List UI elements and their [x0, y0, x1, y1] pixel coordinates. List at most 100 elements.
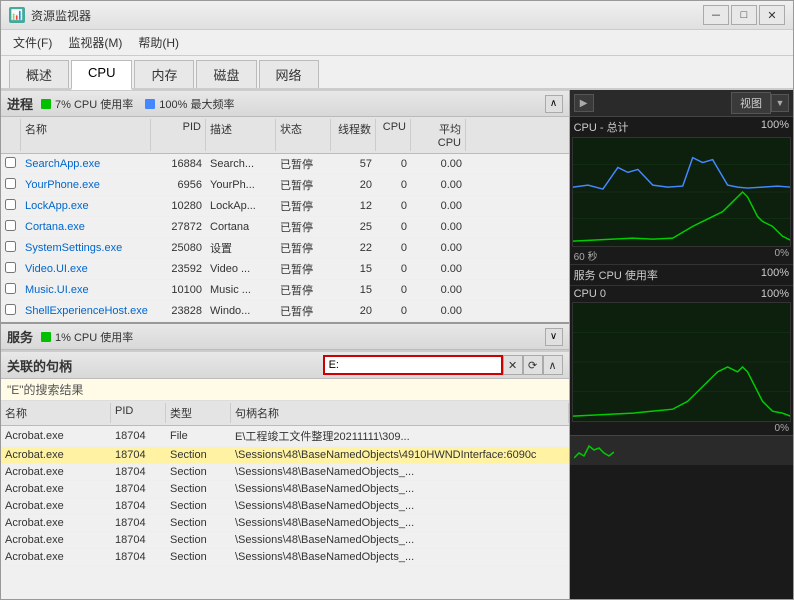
col-name[interactable]: 名称 — [21, 119, 151, 151]
maximize-button[interactable]: □ — [731, 5, 757, 25]
row-cpu: 0 — [376, 157, 411, 171]
tab-network[interactable]: 网络 — [259, 60, 319, 88]
cpu0-chart — [572, 302, 791, 422]
handle-row-type: Section — [166, 550, 231, 564]
row-name[interactable]: YourPhone.exe — [21, 178, 151, 192]
tab-disk[interactable]: 磁盘 — [196, 60, 256, 88]
row-pid: 6956 — [151, 178, 206, 192]
row-name[interactable]: SearchApp.exe — [21, 157, 151, 171]
tab-bar: 概述 CPU 内存 磁盘 网络 — [1, 56, 793, 90]
row-status: 已暂停 — [276, 155, 331, 173]
handle-col-name[interactable]: 名称 — [1, 403, 111, 423]
chart-time-label: 60 秒 — [574, 248, 598, 263]
handle-row[interactable]: Acrobat.exe 18704 Section \Sessions\48\B… — [1, 532, 569, 549]
row-name[interactable]: Cortana.exe — [21, 220, 151, 234]
cpu0-section: CPU 0 100% 0% — [570, 285, 793, 465]
row-check[interactable] — [1, 198, 21, 214]
close-button[interactable]: ✕ — [759, 5, 785, 25]
handle-row-hname: \Sessions\48\BaseNamedObjects_... — [231, 465, 569, 479]
handle-title: 关联的句柄 — [7, 356, 72, 375]
handle-row-name: Acrobat.exe — [1, 516, 111, 530]
cpu-mini-chart-icon — [574, 438, 614, 463]
handle-row[interactable]: Acrobat.exe 18704 Section \Sessions\48\B… — [1, 498, 569, 515]
handle-clear-button[interactable]: ✕ — [503, 355, 523, 375]
handle-row[interactable]: Acrobat.exe 18704 Section \Sessions\48\B… — [1, 481, 569, 498]
row-check[interactable] — [1, 240, 21, 256]
col-pid[interactable]: PID — [151, 119, 206, 151]
process-cpu-usage: 7% CPU 使用率 — [55, 96, 133, 112]
table-row[interactable]: SystemSettings.exe 25080 设置 已暂停 22 0 0.0… — [1, 238, 569, 259]
row-name[interactable]: SystemSettings.exe — [21, 241, 151, 255]
table-row[interactable]: Music.UI.exe 10100 Music ... 已暂停 15 0 0.… — [1, 280, 569, 301]
table-row[interactable]: YourPhone.exe 6956 YourPh... 已暂停 20 0 0.… — [1, 175, 569, 196]
tab-memory[interactable]: 内存 — [134, 60, 194, 88]
handle-row[interactable]: Acrobat.exe 18704 Section \Sessions\48\B… — [1, 515, 569, 532]
row-check[interactable] — [1, 177, 21, 193]
handle-row[interactable]: Acrobat.exe 18704 Section \Sessions\48\B… — [1, 447, 569, 464]
process-expand-button[interactable]: ∧ — [545, 95, 563, 113]
handle-row[interactable]: Acrobat.exe 18704 Section \Sessions\48\B… — [1, 549, 569, 566]
handle-row[interactable]: Acrobat.exe 18704 Section \Sessions\48\B… — [1, 464, 569, 481]
blue-indicator — [145, 99, 155, 109]
menu-monitor[interactable]: 监视器(M) — [60, 32, 130, 53]
handle-row-pid: 18704 — [111, 429, 166, 443]
col-desc[interactable]: 描述 — [206, 119, 276, 151]
row-threads: 15 — [331, 283, 376, 297]
handle-section: 关联的句柄 ✕ ⟳ ∧ "E"的搜索结果 名称 — [1, 350, 569, 599]
row-check[interactable] — [1, 303, 21, 319]
cpu-total-section: CPU - 总计 100% 60 秒 — [570, 117, 793, 264]
handle-col-hname[interactable]: 句柄名称 — [231, 403, 569, 423]
handle-search-input[interactable] — [323, 355, 503, 375]
handle-row-pid: 18704 — [111, 516, 166, 530]
row-check[interactable] — [1, 261, 21, 277]
tab-overview[interactable]: 概述 — [9, 60, 69, 88]
row-check[interactable] — [1, 282, 21, 298]
row-name[interactable]: ShellExperienceHost.exe — [21, 304, 151, 318]
handle-refresh-button[interactable]: ⟳ — [523, 355, 543, 375]
right-back-button[interactable]: ▶ — [574, 94, 594, 112]
row-check[interactable] — [1, 219, 21, 235]
menu-file[interactable]: 文件(F) — [5, 32, 60, 53]
col-cpu[interactable]: CPU — [376, 119, 411, 151]
handle-row-name: Acrobat.exe — [1, 429, 111, 443]
table-row[interactable]: Video.UI.exe 23592 Video ... 已暂停 15 0 0.… — [1, 259, 569, 280]
row-threads: 20 — [331, 304, 376, 318]
table-row[interactable]: Cortana.exe 27872 Cortana 已暂停 25 0 0.00 — [1, 217, 569, 238]
col-status[interactable]: 状态 — [276, 119, 331, 151]
minimize-button[interactable]: － — [703, 5, 729, 25]
handle-row-pid: 18704 — [111, 482, 166, 496]
row-name[interactable]: Music.UI.exe — [21, 283, 151, 297]
row-name[interactable]: LockApp.exe — [21, 199, 151, 213]
col-avgcpu[interactable]: 平均 CPU — [411, 119, 466, 151]
tab-cpu[interactable]: CPU — [71, 60, 132, 90]
handle-row-name: Acrobat.exe — [1, 499, 111, 513]
row-check[interactable] — [1, 156, 21, 172]
row-threads: 20 — [331, 178, 376, 192]
handle-row[interactable]: Acrobat.exe 18704 File E\工程竣工文件整理2021111… — [1, 426, 569, 447]
table-row[interactable]: ShellExperienceHost.exe 23828 Windo... 已… — [1, 301, 569, 322]
row-desc: Music ... — [206, 283, 276, 297]
row-name[interactable]: Video.UI.exe — [21, 262, 151, 276]
process-table-body: SearchApp.exe 16884 Search... 已暂停 57 0 0… — [1, 154, 569, 322]
view-button[interactable]: 视图 — [731, 92, 771, 114]
service-expand-button[interactable]: ∨ — [545, 328, 563, 346]
handle-row-type: File — [166, 429, 231, 443]
process-table-header: 名称 PID 描述 状态 线程数 CPU 平均 CPU — [1, 117, 569, 154]
row-cpu: 0 — [376, 241, 411, 255]
view-dropdown-button[interactable]: ▼ — [771, 94, 789, 112]
service-cpu-label-bar: 服务 CPU 使用率 100% — [570, 264, 793, 285]
handle-collapse-button[interactable]: ∧ — [543, 355, 563, 375]
menu-help[interactable]: 帮助(H) — [130, 32, 187, 53]
app-icon: 📊 — [9, 7, 25, 23]
handle-row-pid: 18704 — [111, 550, 166, 564]
handle-col-pid[interactable]: PID — [111, 403, 166, 423]
table-row[interactable]: LockApp.exe 10280 LockAp... 已暂停 12 0 0.0… — [1, 196, 569, 217]
row-desc: Search... — [206, 157, 276, 171]
cpu0-label: CPU 0 — [574, 288, 606, 300]
service-cpu-indicator: 1% CPU 使用率 — [41, 329, 133, 345]
col-threads[interactable]: 线程数 — [331, 119, 376, 151]
handle-col-type[interactable]: 类型 — [166, 403, 231, 423]
handle-row-hname: \Sessions\48\BaseNamedObjects_... — [231, 482, 569, 496]
table-row[interactable]: SearchApp.exe 16884 Search... 已暂停 57 0 0… — [1, 154, 569, 175]
handle-row-pid: 18704 — [111, 448, 166, 462]
